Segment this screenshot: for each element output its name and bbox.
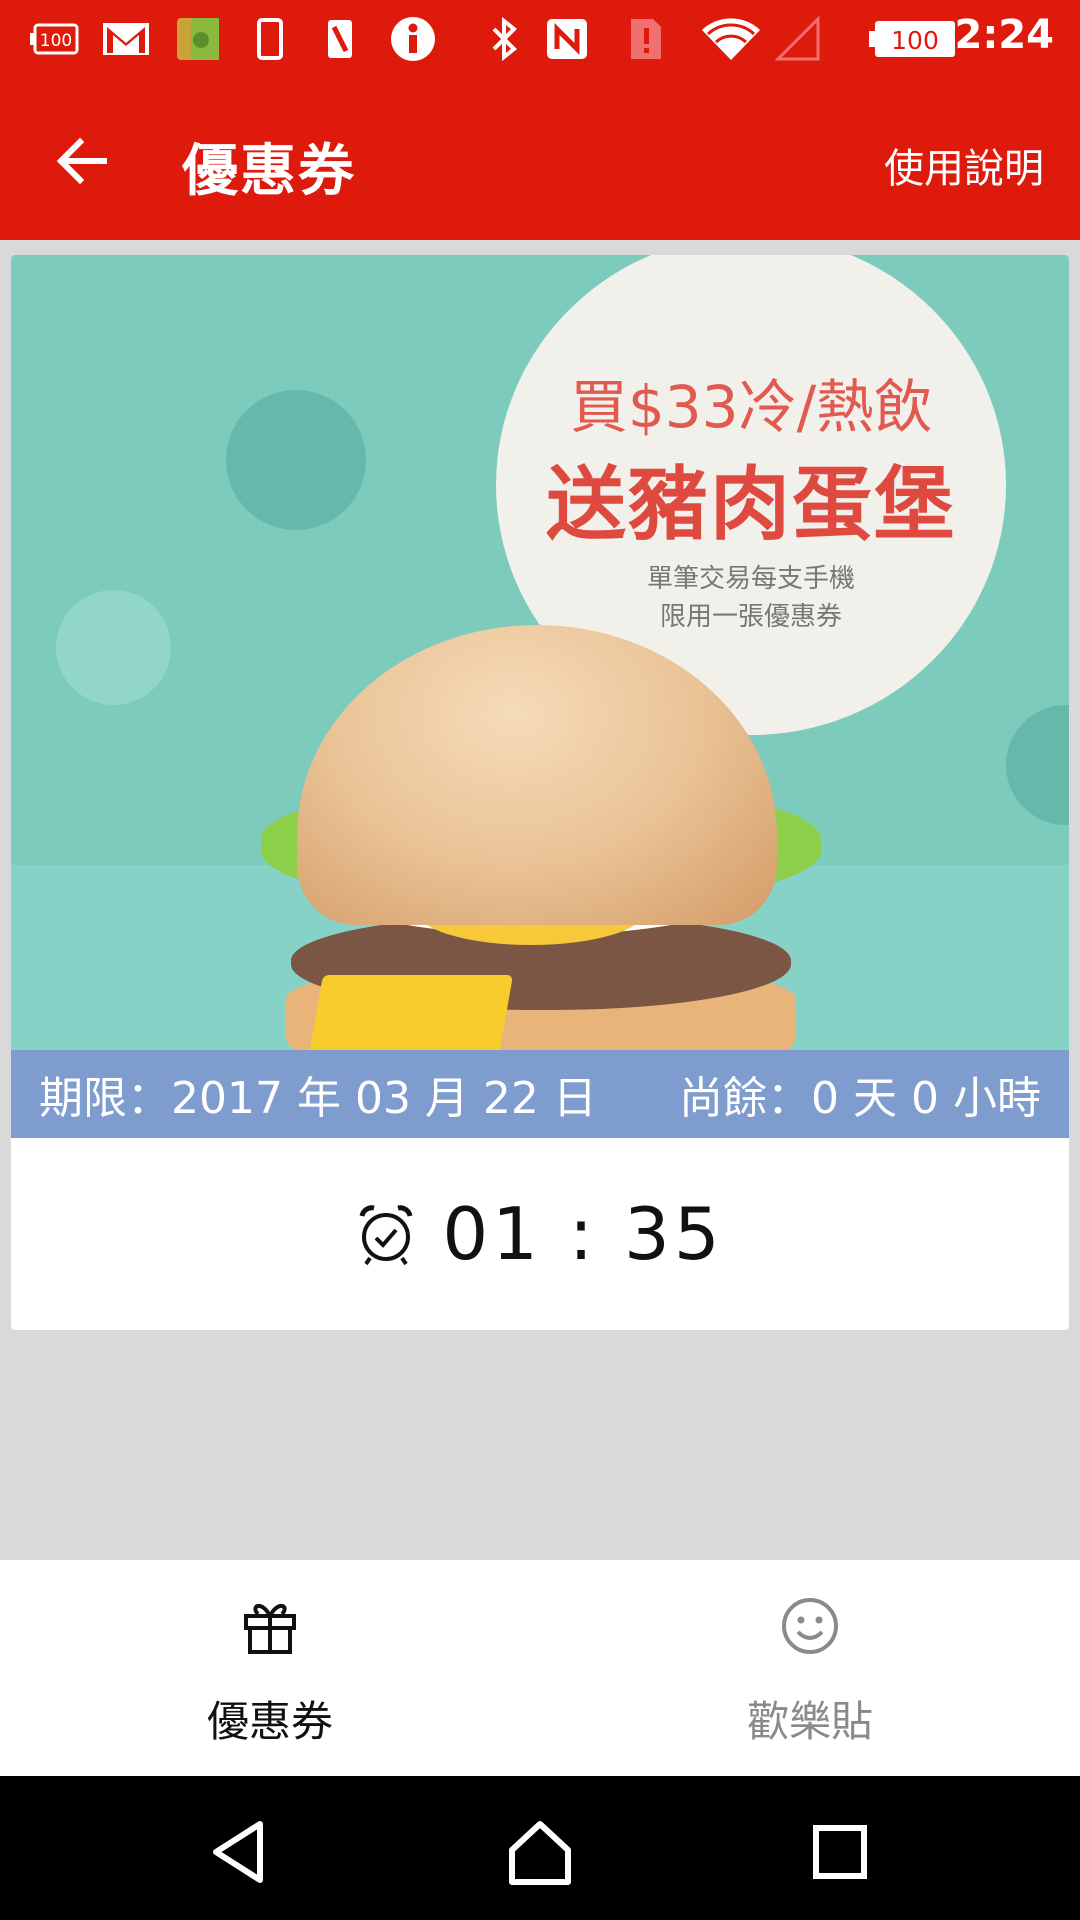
back-button[interactable]	[50, 126, 120, 196]
coupon-banner-image: 買$33冷/熱飲 送豬肉蛋堡 單筆交易每支手機 限用一張優惠券	[11, 255, 1069, 1050]
status-bar: 100 100 2:24	[0, 0, 1080, 80]
nfc-icon	[542, 14, 592, 64]
home-icon	[509, 1821, 571, 1885]
promo-title: 送豬肉蛋堡	[546, 458, 956, 551]
countdown-value: 01 : 35	[442, 1192, 724, 1276]
smiley-icon	[782, 1598, 838, 1654]
signal-icon	[774, 14, 822, 64]
expiry-bar: 期限：2017 年 03 月 22 日 尚餘：0 天 0 小時	[11, 1050, 1069, 1138]
tab-coupons-label: 優惠券	[206, 1697, 333, 1746]
phone-icon	[252, 14, 288, 64]
status-time: 2:24	[954, 12, 1055, 58]
tab-stickers-label: 歡樂貼	[746, 1697, 873, 1746]
tab-coupons[interactable]: 優惠券	[0, 1560, 540, 1776]
nav-recents-button[interactable]	[800, 1812, 880, 1892]
alarm-clock-icon	[359, 1205, 413, 1266]
triangle-back-icon	[213, 1821, 263, 1883]
app-bar: 優惠券 使用說明	[0, 80, 1080, 240]
time-remaining: 尚餘：0 天 0 小時	[679, 1073, 1041, 1124]
system-nav-bar	[0, 1776, 1080, 1920]
expiry-date: 期限：2017 年 03 月 22 日	[39, 1073, 597, 1124]
gift-icon	[244, 1604, 296, 1654]
promo-note: 單筆交易每支手機 限用一張優惠券	[526, 560, 976, 636]
help-link[interactable]: 使用說明	[884, 136, 1044, 194]
decor-dot	[56, 590, 171, 705]
arrow-left-icon	[56, 137, 107, 185]
nav-home-button[interactable]	[500, 1812, 580, 1892]
battery-level-text: 100	[891, 26, 939, 55]
wifi-icon	[698, 14, 764, 64]
bottom-tab-bar: 優惠券 歡樂貼	[0, 1560, 1080, 1776]
bluetooth-icon	[484, 14, 524, 64]
decor-dot	[226, 390, 366, 530]
gmail-icon	[100, 14, 152, 64]
coupon-card[interactable]: 買$33冷/熱飲 送豬肉蛋堡 單筆交易每支手機 限用一張優惠券 期限：2017 …	[11, 255, 1069, 1330]
tab-stickers[interactable]: 歡樂貼	[540, 1560, 1080, 1776]
info-icon	[388, 14, 438, 64]
page-title: 優惠券	[182, 139, 356, 204]
app-icon	[172, 14, 224, 64]
sim-alert-icon	[624, 14, 668, 64]
notification-badge-text: 100	[40, 31, 72, 51]
countdown: 01 : 35	[11, 1138, 1069, 1330]
recents-icon	[813, 1825, 867, 1879]
promo-headline: 買$33冷/熱飲	[569, 373, 933, 441]
nav-back-button[interactable]	[200, 1812, 280, 1892]
promo-note-line1: 單筆交易每支手機	[646, 564, 855, 594]
decor-dot	[1006, 705, 1069, 825]
phone-rotate-icon	[322, 14, 358, 64]
top-bar: 100 100 2:24 優惠券 使用說明	[0, 0, 1080, 240]
battery-icon: 100	[866, 14, 958, 64]
battery-alert-icon: 100	[28, 14, 80, 64]
